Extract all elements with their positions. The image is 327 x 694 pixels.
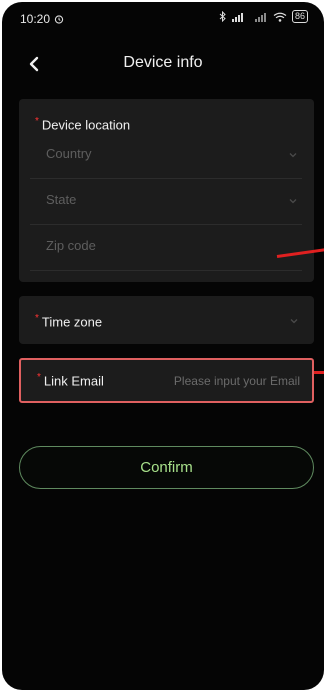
- alarm-clock-icon: [55, 15, 64, 24]
- required-marker: *: [35, 313, 39, 324]
- zip-code-placeholder: Zip code: [46, 238, 96, 253]
- device-location-label: * Device location: [35, 116, 130, 132]
- chevron-down-icon: [289, 199, 297, 204]
- cellular-signal-2-icon: [254, 12, 266, 22]
- wifi-icon: [273, 12, 287, 22]
- phone-screen: 10:20 86 Device info * Device location C…: [2, 2, 324, 690]
- confirm-button[interactable]: Confirm: [19, 446, 314, 489]
- required-marker: *: [37, 372, 41, 383]
- status-icons: 86: [219, 10, 308, 23]
- status-time: 10:20: [20, 12, 64, 26]
- email-input[interactable]: [148, 370, 302, 392]
- link-email-field: * Link Email: [19, 358, 314, 403]
- country-placeholder: Country: [46, 146, 92, 161]
- bluetooth-icon: [219, 11, 226, 22]
- device-location-label-text: Device location: [41, 117, 131, 133]
- device-location-card: * Device location Country State Zip code: [19, 99, 314, 282]
- time-zone-label: * Time zone: [35, 313, 102, 329]
- zip-code-input[interactable]: Zip code: [30, 225, 302, 271]
- required-marker: *: [35, 116, 39, 127]
- page-title: Device info: [123, 54, 203, 71]
- cellular-signal-icon: [231, 12, 243, 22]
- annotation-arrow-line: [314, 371, 324, 374]
- time-zone-label-text: Time zone: [41, 314, 103, 330]
- navigation-bar: Device info: [2, 42, 324, 86]
- clock-text: 10:20: [20, 12, 51, 26]
- state-select[interactable]: State: [30, 179, 302, 225]
- link-email-label-text: Link Email: [43, 373, 104, 389]
- chevron-down-icon: [290, 319, 298, 324]
- country-select[interactable]: Country: [30, 133, 302, 179]
- status-bar: 10:20 86: [2, 2, 324, 32]
- battery-icon: 86: [291, 10, 308, 23]
- link-email-label: * Link Email: [37, 372, 104, 388]
- time-zone-select[interactable]: * Time zone: [19, 296, 314, 344]
- chevron-down-icon: [289, 153, 297, 158]
- state-placeholder: State: [46, 192, 77, 207]
